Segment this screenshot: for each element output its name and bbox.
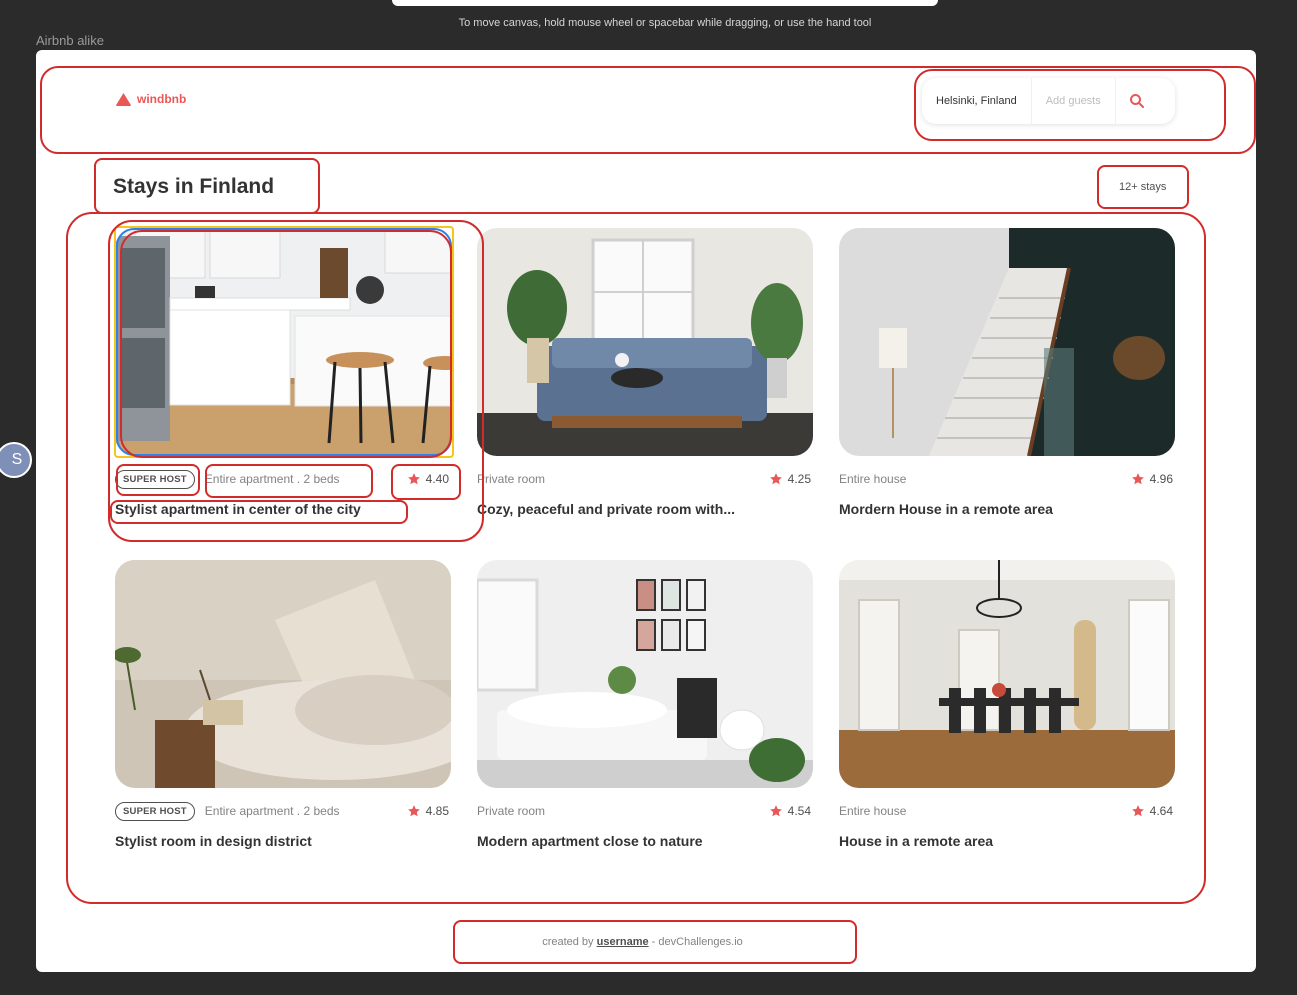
footer-username-link[interactable]: username bbox=[597, 936, 649, 948]
rating-value: 4.96 bbox=[1149, 472, 1173, 486]
star-icon bbox=[407, 473, 420, 485]
guests-field[interactable]: Add guests bbox=[1032, 78, 1116, 124]
logo-icon bbox=[116, 92, 131, 106]
stay-card[interactable]: SUPER HOST Entire apartment . 2 beds 4.8… bbox=[115, 560, 451, 870]
stay-meta: SUPER HOST Entire apartment . 2 beds 4.4… bbox=[115, 468, 451, 490]
stay-card[interactable]: Entire house 4.96 Mordern House in a rem… bbox=[839, 228, 1175, 538]
footer-prefix: created by bbox=[542, 936, 594, 948]
stay-rating: 4.54 bbox=[769, 800, 811, 822]
stay-title[interactable]: Stylist room in design district bbox=[115, 833, 312, 849]
stay-card[interactable]: Private room 4.25 Cozy, peaceful and pri… bbox=[477, 228, 813, 538]
rating-value: 4.85 bbox=[425, 804, 449, 818]
stay-type: Entire apartment . 2 beds bbox=[204, 804, 340, 818]
stay-rating: 4.64 bbox=[1131, 800, 1173, 822]
stay-rating: 4.25 bbox=[769, 468, 811, 490]
stay-type: Entire house bbox=[839, 472, 907, 486]
stay-rating: 4.40 bbox=[407, 468, 449, 490]
stay-meta: Entire house 4.96 bbox=[839, 468, 1175, 490]
stay-card[interactable]: Private room 4.54 Modern apartment close… bbox=[477, 560, 813, 870]
stay-photo[interactable] bbox=[115, 228, 451, 456]
stay-title[interactable]: House in a remote area bbox=[839, 833, 993, 849]
footer: created by username - devChallenges.io bbox=[36, 936, 1249, 948]
stay-type: Private room bbox=[477, 472, 546, 486]
rating-value: 4.40 bbox=[425, 472, 449, 486]
rating-value: 4.64 bbox=[1149, 804, 1173, 818]
location-field[interactable]: Helsinki, Finland bbox=[922, 78, 1032, 124]
page-title: Stays in Finland bbox=[113, 175, 275, 198]
stay-meta: SUPER HOST Entire apartment . 2 beds 4.8… bbox=[115, 800, 451, 822]
superhost-badge: SUPER HOST bbox=[115, 469, 195, 489]
stay-rating: 4.96 bbox=[1131, 468, 1173, 490]
stay-meta: Private room 4.54 bbox=[477, 800, 813, 822]
stay-photo[interactable] bbox=[839, 228, 1175, 456]
stay-photo[interactable] bbox=[477, 228, 813, 456]
stay-title[interactable]: Stylist apartment in center of the city bbox=[115, 501, 361, 517]
collaborator-avatar[interactable]: S bbox=[0, 442, 32, 478]
stay-photo[interactable] bbox=[839, 560, 1175, 788]
rating-value: 4.54 bbox=[787, 804, 811, 818]
stay-title[interactable]: Mordern House in a remote area bbox=[839, 501, 1053, 517]
star-icon bbox=[1131, 805, 1144, 817]
stay-card[interactable]: SUPER HOST Entire apartment . 2 beds 4.4… bbox=[115, 228, 451, 538]
search-button[interactable] bbox=[1116, 78, 1158, 124]
stay-type: Entire house bbox=[839, 804, 907, 818]
star-icon bbox=[407, 805, 420, 817]
star-icon bbox=[769, 805, 782, 817]
stay-title[interactable]: Modern apartment close to nature bbox=[477, 833, 703, 849]
star-icon bbox=[769, 473, 782, 485]
stay-photo[interactable] bbox=[477, 560, 813, 788]
rating-value: 4.25 bbox=[787, 472, 811, 486]
stay-type: Entire apartment . 2 beds bbox=[204, 472, 340, 486]
stay-type: Private room bbox=[477, 804, 546, 818]
stay-meta: Private room 4.25 bbox=[477, 468, 813, 490]
stay-card[interactable]: Entire house 4.64 House in a remote area bbox=[839, 560, 1175, 870]
search-bar[interactable]: Helsinki, Finland Add guests bbox=[922, 78, 1175, 124]
stay-meta: Entire house 4.64 bbox=[839, 800, 1175, 822]
canvas-hint: To move canvas, hold mouse wheel or spac… bbox=[458, 17, 872, 29]
star-icon bbox=[1131, 473, 1144, 485]
canvas-top-bar bbox=[392, 0, 938, 6]
superhost-badge: SUPER HOST bbox=[115, 801, 195, 821]
footer-suffix: - devChallenges.io bbox=[651, 936, 743, 948]
stay-rating: 4.85 bbox=[407, 800, 449, 822]
stays-count: 12+ stays bbox=[1119, 181, 1167, 193]
search-icon bbox=[1129, 94, 1144, 108]
stay-title[interactable]: Cozy, peaceful and private room with... bbox=[477, 501, 735, 517]
frame-label[interactable]: Airbnb alike bbox=[36, 33, 104, 48]
artboard: windbnb Helsinki, Finland Add guests Sta… bbox=[36, 50, 1256, 972]
stay-photo[interactable] bbox=[115, 560, 451, 788]
logo-text: windbnb bbox=[137, 92, 187, 106]
logo[interactable]: windbnb bbox=[116, 92, 186, 106]
